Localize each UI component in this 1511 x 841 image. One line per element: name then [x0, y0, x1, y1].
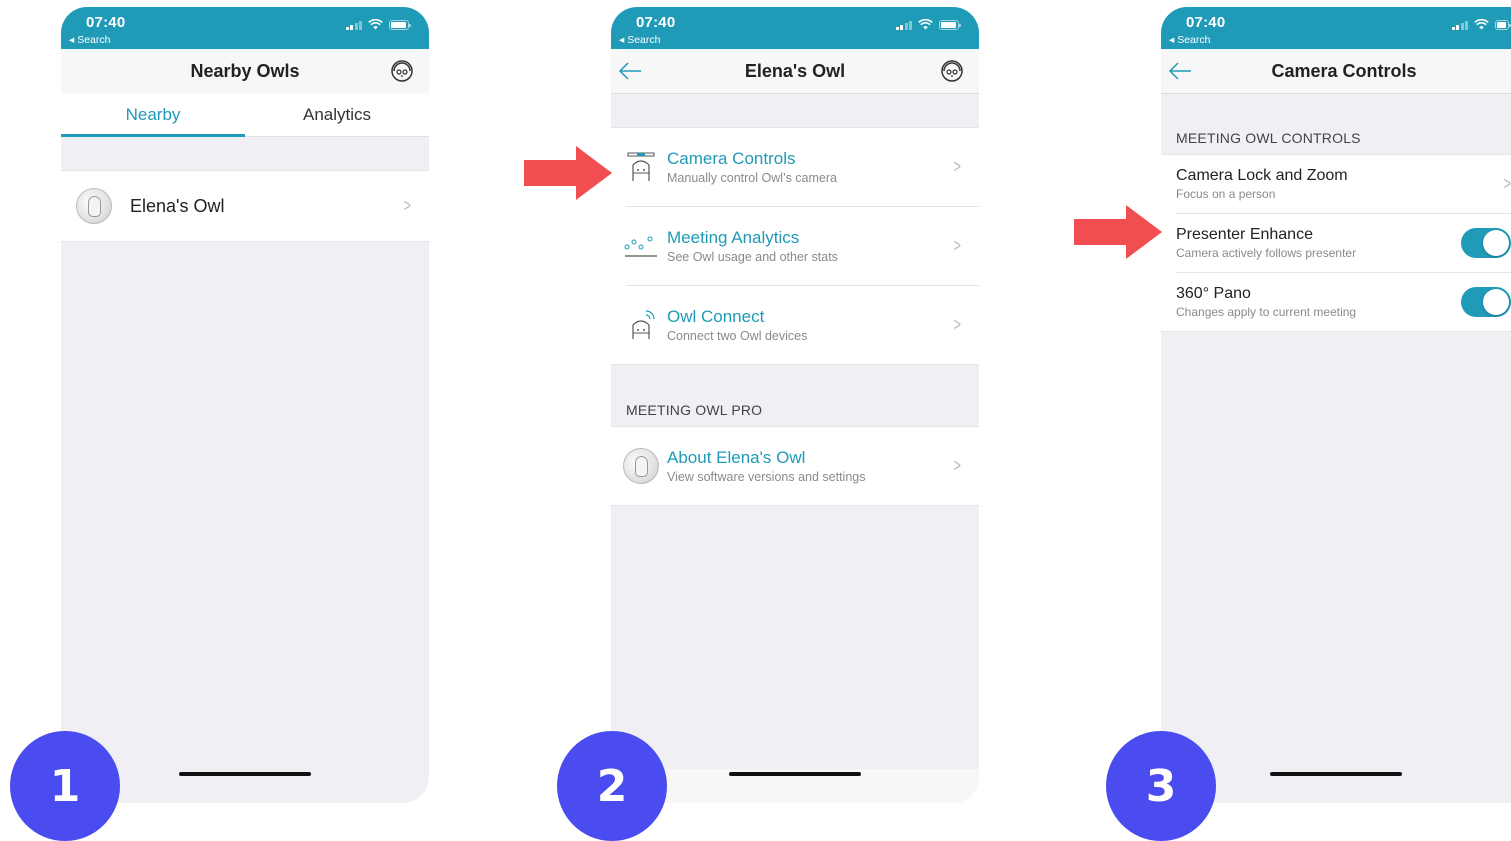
menu-item-subtitle: Connect two Owl devices: [667, 329, 808, 343]
section-header-wrap: MEETING OWL PRO: [611, 365, 979, 426]
battery-icon: [1495, 20, 1511, 30]
menu-item-label: Meeting Analytics: [667, 228, 800, 247]
control-360-pano: 360° Pano Changes apply to current meeti…: [1161, 273, 1511, 331]
menu-item-label: About Elena's Owl: [667, 448, 806, 467]
step-badge: 2: [557, 731, 667, 841]
controls-group: Camera Lock and Zoom Focus on a person >…: [1161, 154, 1511, 332]
menu-item-owl-connect[interactable]: Owl Connect Connect two Owl devices >: [611, 286, 979, 364]
chevron-right-icon: >: [954, 455, 962, 476]
status-bar: 07:40 ◂ Search: [61, 7, 429, 49]
back-to-search-link[interactable]: ◂ Search: [1169, 34, 1210, 46]
step-badge: 1: [10, 731, 120, 841]
tab-analytics[interactable]: Analytics: [245, 93, 429, 136]
back-arrow-icon[interactable]: [1167, 60, 1193, 82]
settings-group: About Elena's Owl View software versions…: [611, 426, 979, 506]
home-indicator: [179, 772, 311, 776]
section-header: MEETING OWL CONTROLS: [1176, 130, 1361, 146]
chevron-right-icon: >: [954, 156, 962, 177]
page-title: Camera Controls: [1271, 60, 1417, 81]
back-to-search-link[interactable]: ◂ Search: [619, 34, 660, 46]
status-time: 07:40: [636, 14, 676, 31]
section-header: MEETING OWL PRO: [626, 402, 763, 418]
owl-support-icon[interactable]: [939, 58, 965, 84]
owl-name: Elena's Owl: [130, 195, 225, 216]
status-time: 07:40: [86, 14, 126, 31]
signal-icon: [895, 20, 912, 30]
control-subtitle: Camera actively follows presenter: [1176, 246, 1357, 260]
owl-avatar-icon: [623, 448, 659, 484]
control-subtitle: Changes apply to current meeting: [1176, 305, 1357, 319]
system-icons: [345, 19, 411, 30]
owl-connect-icon: [623, 307, 659, 343]
nav-bar: Camera Controls: [1161, 49, 1511, 94]
menu-item-subtitle: See Owl usage and other stats: [667, 250, 838, 264]
page-title: Elena's Owl: [744, 60, 846, 81]
tab-nearby[interactable]: Nearby: [61, 93, 245, 137]
menu-item-meeting-analytics[interactable]: Meeting Analytics See Owl usage and othe…: [611, 207, 979, 285]
menu-item-about-owl[interactable]: About Elena's Owl View software versions…: [611, 427, 979, 505]
owl-avatar: [76, 188, 112, 224]
menu-item-subtitle: View software versions and settings: [667, 470, 866, 484]
status-bar: 07:40 ◂ Search: [1161, 7, 1511, 49]
menu-item-subtitle: Manually control Owl’s camera: [667, 171, 837, 185]
pointer-arrow-icon: [1074, 205, 1162, 259]
owl-list-item[interactable]: Elena's Owl >: [61, 170, 429, 242]
system-icons: [895, 19, 961, 30]
status-time: 07:40: [1186, 14, 1226, 31]
section-header-wrap: MEETING OWL CONTROLS: [1161, 94, 1511, 154]
tab-bar: Nearby Analytics: [61, 93, 429, 137]
nav-bar: Nearby Owls: [61, 49, 429, 93]
menu-item-camera-controls[interactable]: Camera Controls Manually control Owl’s c…: [611, 128, 979, 206]
signal-icon: [1451, 20, 1468, 30]
control-label: Camera Lock and Zoom: [1176, 167, 1348, 184]
step-badge: 3: [1106, 731, 1216, 841]
chevron-right-icon: >: [404, 195, 412, 216]
chevron-right-icon: >: [1504, 173, 1511, 194]
battery-icon: [389, 20, 411, 30]
back-to-search-link[interactable]: ◂ Search: [69, 34, 110, 46]
camera-controls-icon: [623, 149, 659, 185]
page-title: Nearby Owls: [190, 60, 300, 81]
control-camera-lock-zoom[interactable]: Camera Lock and Zoom Focus on a person >: [1161, 155, 1511, 213]
back-arrow-icon[interactable]: [617, 60, 643, 82]
battery-icon: [939, 20, 961, 30]
owl-avatar: [623, 448, 659, 484]
control-subtitle: Focus on a person: [1176, 187, 1276, 201]
pano-360-toggle[interactable]: [1461, 287, 1511, 317]
owl-support-icon[interactable]: [389, 58, 415, 84]
nav-bar: Elena's Owl: [611, 49, 979, 94]
control-presenter-enhance: Presenter Enhance Camera actively follow…: [1161, 214, 1511, 272]
wifi-icon: [368, 19, 383, 30]
phone-screen-nearby-owls: 07:40 ◂ Search Nearby Owls Nearby Analyt…: [61, 7, 429, 803]
chevron-right-icon: >: [954, 314, 962, 335]
signal-icon: [345, 20, 362, 30]
pointer-arrow-icon: [524, 146, 612, 200]
status-bar: 07:40 ◂ Search: [611, 7, 979, 49]
phone-screen-camera-controls: 07:40 ◂ Search Camera Controls MEETING O…: [1161, 7, 1511, 803]
wifi-icon: [1474, 19, 1489, 30]
analytics-icon: [623, 228, 659, 264]
chevron-right-icon: >: [954, 235, 962, 256]
home-indicator: [729, 772, 861, 776]
menu-item-label: Camera Controls: [667, 149, 796, 168]
home-indicator: [1270, 772, 1402, 776]
presenter-enhance-toggle[interactable]: [1461, 228, 1511, 258]
menu-item-label: Owl Connect: [667, 307, 765, 326]
phone-screen-owl-settings: 07:40 ◂ Search Elena's Owl Camera Contro…: [611, 7, 979, 803]
wifi-icon: [918, 19, 933, 30]
system-icons: [1451, 19, 1511, 30]
settings-group: Camera Controls Manually control Owl’s c…: [611, 127, 979, 365]
